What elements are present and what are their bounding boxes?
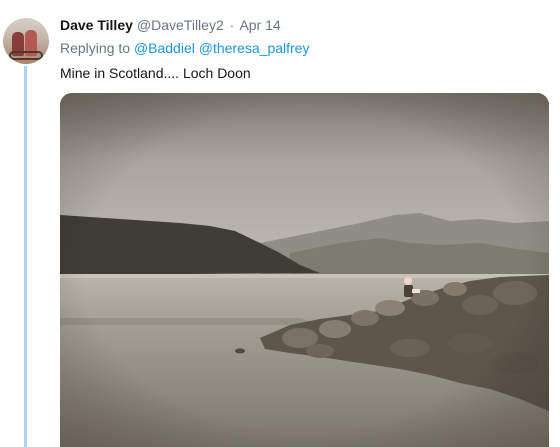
mention-link[interactable]: @Baddiel xyxy=(134,40,195,56)
replying-to-label: Replying to xyxy=(60,40,131,56)
tweet-text: Mine in Scotland.... Loch Doon xyxy=(60,65,251,81)
avatar-bicycle xyxy=(9,51,43,60)
tweet-photo[interactable] xyxy=(60,93,549,447)
author-name[interactable]: Dave Tilley xyxy=(60,17,133,33)
avatar[interactable] xyxy=(3,18,49,64)
replying-to-line: Replying to @Baddiel @theresa_palfrey xyxy=(60,39,309,57)
thread-connector-line xyxy=(24,66,27,447)
author-handle[interactable]: @DaveTilley2 xyxy=(137,17,224,33)
tweet-header: Dave Tilley @DaveTilley2 · Apr 14 xyxy=(60,16,281,34)
header-separator: · xyxy=(229,17,235,33)
loch-photo-image xyxy=(60,93,549,447)
tweet-timestamp[interactable]: Apr 14 xyxy=(239,17,280,33)
mention-link[interactable]: @theresa_palfrey xyxy=(199,40,310,56)
